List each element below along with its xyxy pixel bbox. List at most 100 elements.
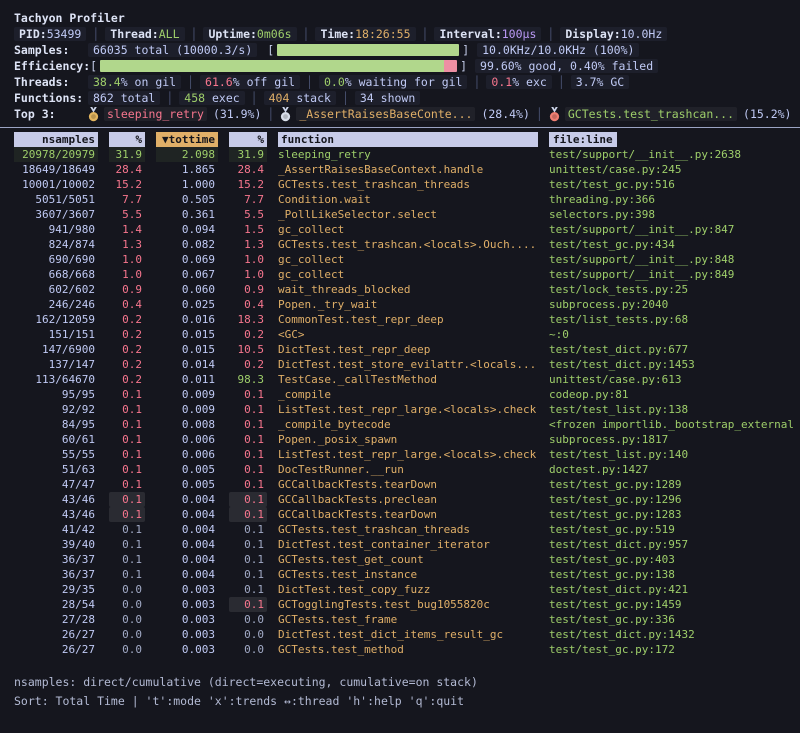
table-row[interactable]: 36/370.10.0040.1GCTests.test_get_countte… xyxy=(0,552,800,567)
cell-cumulative-pct: 0.0 xyxy=(229,612,267,627)
top3-item: _AssertRaisesBaseConte...(28.4%) xyxy=(280,107,530,122)
cell-direct-pct: 0.2 xyxy=(109,342,145,357)
table-row[interactable]: 36/370.10.0040.1GCTests.test_instancetes… xyxy=(0,567,800,582)
table-row[interactable]: 20978/2097931.92.09831.9sleeping_retryte… xyxy=(0,147,800,162)
table-row[interactable]: 60/610.10.0060.1Popen._posix_spawnsubpro… xyxy=(0,432,800,447)
cell-tottime: 0.006 xyxy=(156,447,218,462)
cell-fileline: unittest/case.py:613 xyxy=(549,372,796,387)
cell-function: DictTest.test_copy_fuzz xyxy=(278,582,538,597)
table-row[interactable]: 27/280.00.0030.0GCTests.test_frametest/t… xyxy=(0,612,800,627)
table-row[interactable]: 824/8741.30.0821.3GCTests.test_trashcan.… xyxy=(0,237,800,252)
thread-stat-text: % exc xyxy=(512,75,547,89)
samples-rate: 10.0KHz/10.0KHz (100%) xyxy=(477,43,639,57)
cell-direct-pct: 1.3 xyxy=(109,237,145,252)
profiler-table: nsamples% ▼tottime% function file:line 2097… xyxy=(0,132,800,657)
table-row[interactable]: 5051/50517.70.5057.7Condition.waitthread… xyxy=(0,192,800,207)
cell-cumulative-pct: 98.3 xyxy=(229,372,267,387)
thread-stat-text: % on gil xyxy=(121,75,176,89)
table-row[interactable]: 29/350.00.0030.1DictTest.test_copy_fuzzt… xyxy=(0,582,800,597)
column-header-pct-cumulative[interactable]: % xyxy=(229,132,267,147)
cell-tottime: 0.094 xyxy=(156,222,218,237)
cell-cumulative-pct: 0.2 xyxy=(229,357,267,372)
table-row[interactable]: 41/420.10.0040.1GCTests.test_trashcan_th… xyxy=(0,522,800,537)
function-stat: 404 stack xyxy=(264,91,336,105)
table-row[interactable]: 151/1510.20.0150.2<GC>~:0 xyxy=(0,327,800,342)
cell-direct-pct: 0.1 xyxy=(109,462,145,477)
functions-row: Functions: 862 total│458 exec│404 stack│… xyxy=(14,90,800,106)
status-fields: PID: 53499│Thread: ALL│Uptime: 0m06s│Tim… xyxy=(14,27,667,41)
thread-stat-value: 3.7 xyxy=(576,75,597,89)
column-header-fileline[interactable]: file:line xyxy=(549,132,796,147)
table-row[interactable]: 95/950.10.0090.1_compilecodeop.py:81 xyxy=(0,387,800,402)
cell-cumulative-pct: 18.3 xyxy=(229,312,267,327)
cell-direct-pct: 0.2 xyxy=(109,327,145,342)
status-field-label: Uptime: xyxy=(208,27,256,41)
samples-rate-bar-fill xyxy=(277,44,459,56)
table-row[interactable]: 690/6901.00.0691.0gc_collecttest/support… xyxy=(0,252,800,267)
table-row[interactable]: 55/550.10.0060.1ListTest.test_repr_large… xyxy=(0,447,800,462)
cell-fileline: test/list_tests.py:68 xyxy=(549,312,796,327)
table-row[interactable]: 84/950.10.0080.1_compile_bytecode<frozen… xyxy=(0,417,800,432)
cell-function: GCTests.test_method xyxy=(278,642,538,657)
cell-function: <GC> xyxy=(278,327,538,342)
function-stat-value: 34 xyxy=(360,91,374,105)
table-row[interactable]: 147/69000.20.01510.5DictTest.test_repr_d… xyxy=(0,342,800,357)
cell-tottime: 0.011 xyxy=(156,372,218,387)
separator-bar: │ xyxy=(558,75,565,89)
table-row[interactable]: 47/470.10.0050.1GCCallbackTests.tearDown… xyxy=(0,477,800,492)
cell-cumulative-pct: 10.5 xyxy=(229,342,267,357)
cell-fileline: test/test_gc.py:403 xyxy=(549,552,796,567)
cell-nsamples: 55/55 xyxy=(14,447,98,462)
table-row[interactable]: 26/270.00.0030.0DictTest.test_dict_items… xyxy=(0,627,800,642)
cell-tottime: 0.003 xyxy=(156,582,218,597)
table-row[interactable]: 668/6681.00.0671.0gc_collecttest/support… xyxy=(0,267,800,282)
table-row[interactable]: 3607/36075.50.3615.5_PollLikeSelector.se… xyxy=(0,207,800,222)
thread-stat: 3.7% GC xyxy=(571,75,629,89)
cell-direct-pct: 0.2 xyxy=(109,372,145,387)
column-header-label: % xyxy=(229,132,267,147)
cell-direct-pct: 5.5 xyxy=(109,207,145,222)
app-title: Tachyon Profiler xyxy=(14,10,800,26)
table-row[interactable]: 246/2460.40.0250.4Popen._try_waitsubproc… xyxy=(0,297,800,312)
separator-bar: │ xyxy=(166,91,173,105)
tachyon-profiler-terminal: Tachyon Profiler PID: 53499│Thread: ALL│… xyxy=(0,10,800,733)
table-row[interactable]: 162/120590.20.01618.3CommonTest.test_rep… xyxy=(0,312,800,327)
column-header-function[interactable]: function xyxy=(278,132,538,147)
cell-function: gc_collect xyxy=(278,252,538,267)
function-stat-value: 458 xyxy=(184,91,205,105)
table-row[interactable]: 18649/1864928.41.86528.4_AssertRaisesBas… xyxy=(0,162,800,177)
cell-nsamples: 41/42 xyxy=(14,522,98,537)
status-field-value: 0m06s xyxy=(257,27,292,41)
efficiency-label: Efficiency: xyxy=(14,59,90,73)
cell-tottime: 0.004 xyxy=(156,507,218,522)
cell-tottime: 0.003 xyxy=(156,642,218,657)
table-row[interactable]: 51/630.10.0050.1DocTestRunner.__rundocte… xyxy=(0,462,800,477)
column-header-tottime[interactable]: ▼tottime xyxy=(156,132,218,147)
table-row[interactable]: 137/1470.20.0140.2DictTest.test_store_ev… xyxy=(0,357,800,372)
cell-function: Condition.wait xyxy=(278,192,538,207)
column-header-nsamples[interactable]: nsamples xyxy=(14,132,98,147)
status-field-value: 18:26:55 xyxy=(355,27,410,41)
table-row[interactable]: 602/6020.90.0600.9wait_threads_blockedte… xyxy=(0,282,800,297)
table-row[interactable]: 92/920.10.0090.1ListTest.test_repr_large… xyxy=(0,402,800,417)
cell-function: GCTests.test_trashcan_threads xyxy=(278,177,538,192)
table-row[interactable]: 39/400.10.0040.1DictTest.test_container_… xyxy=(0,537,800,552)
table-row[interactable]: 43/460.10.0040.1GCCallbackTests.preclean… xyxy=(0,492,800,507)
table-row[interactable]: 10001/1000215.21.00015.2GCTests.test_tra… xyxy=(0,177,800,192)
cell-fileline: subprocess.py:2040 xyxy=(549,297,796,312)
table-row[interactable]: 113/646700.20.01198.3TestCase._callTestM… xyxy=(0,372,800,387)
thread-stat: 38.4% on gil xyxy=(88,75,181,89)
function-stat-value: 404 xyxy=(269,91,290,105)
cell-direct-pct: 0.2 xyxy=(109,357,145,372)
cell-function: GCTests.test_trashcan_threads xyxy=(278,522,538,537)
table-row[interactable]: 28/540.00.0030.1GCTogglingTests.test_bug… xyxy=(0,597,800,612)
cell-fileline: test/test_dict.py:421 xyxy=(549,582,796,597)
cell-fileline: test/test_gc.py:172 xyxy=(549,642,796,657)
table-row[interactable]: 26/270.00.0030.0GCTests.test_methodtest/… xyxy=(0,642,800,657)
column-header-pct-direct[interactable]: % xyxy=(109,132,145,147)
cell-function: DictTest.test_dict_items_result_gc xyxy=(278,627,538,642)
cell-nsamples: 5051/5051 xyxy=(14,192,98,207)
table-row[interactable]: 941/9801.40.0941.5gc_collecttest/support… xyxy=(0,222,800,237)
cell-function: _compile_bytecode xyxy=(278,417,538,432)
table-row[interactable]: 43/460.10.0040.1GCCallbackTests.tearDown… xyxy=(0,507,800,522)
